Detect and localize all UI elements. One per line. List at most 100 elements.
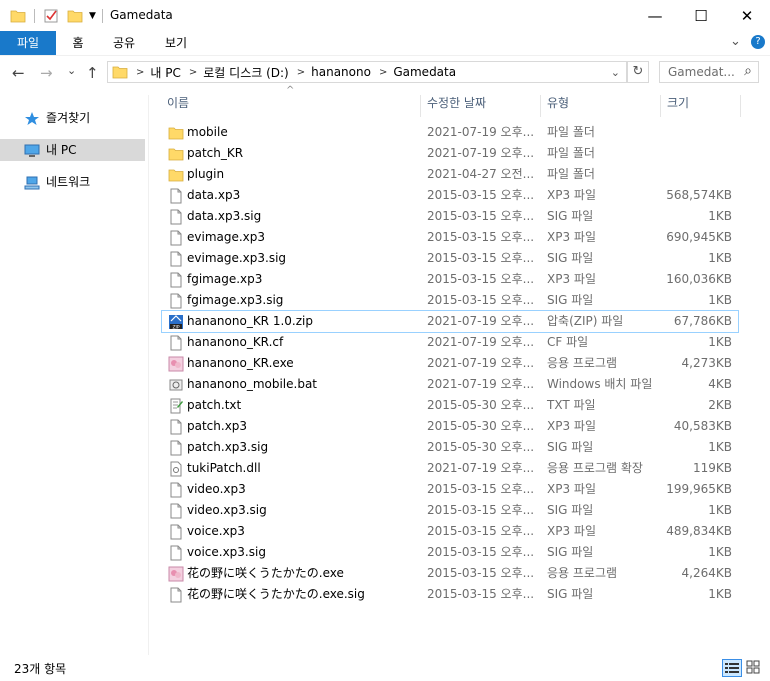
minimize-button[interactable]: — bbox=[632, 0, 678, 31]
help-icon[interactable]: ? bbox=[751, 35, 765, 49]
file-type: XP3 파일 bbox=[547, 188, 596, 202]
column-divider[interactable] bbox=[660, 95, 661, 117]
search-input[interactable]: Gamedat... ⌕ bbox=[659, 61, 759, 83]
file-type: 파일 폴더 bbox=[547, 125, 595, 139]
file-icon bbox=[170, 335, 182, 351]
text-file-icon bbox=[170, 398, 183, 414]
column-header-size[interactable]: 크기 bbox=[667, 95, 689, 117]
recent-locations-button[interactable]: ⌄ bbox=[67, 64, 76, 77]
up-button[interactable]: ↑ bbox=[86, 64, 99, 82]
file-size: 568,574KB bbox=[666, 188, 732, 202]
file-name: voice.xp3 bbox=[187, 524, 245, 538]
file-row[interactable]: tukiPatch.dll 2021-07-19 오후... 응용 프로그램 확장 1… bbox=[162, 458, 738, 479]
file-name: tukiPatch.dll bbox=[187, 461, 261, 475]
file-name: evimage.xp3 bbox=[187, 230, 266, 244]
address-dropdown-icon[interactable]: ⌄ bbox=[611, 66, 620, 79]
file-icon bbox=[170, 188, 182, 204]
column-header-type[interactable]: 유형 bbox=[547, 95, 569, 117]
details-view-button[interactable] bbox=[722, 659, 742, 677]
refresh-button[interactable]: ↻ bbox=[627, 61, 649, 83]
column-header-date[interactable]: 수정한 날짜 bbox=[427, 95, 486, 117]
breadcrumb-separator[interactable]: > bbox=[379, 67, 387, 78]
search-icon[interactable]: ⌕ bbox=[744, 63, 752, 79]
file-row[interactable]: evimage.xp3.sig 2015-03-15 오후... SIG 파일 1KB bbox=[162, 248, 738, 269]
folder-icon[interactable] bbox=[10, 8, 26, 24]
file-date: 2015-03-15 오후... bbox=[427, 503, 535, 517]
nav-item-network[interactable]: 네트워크 bbox=[0, 171, 145, 193]
expand-ribbon-icon[interactable]: ⌄ bbox=[730, 34, 741, 49]
column-divider[interactable] bbox=[420, 95, 421, 117]
breadcrumb-separator[interactable]: > bbox=[297, 67, 305, 78]
back-button[interactable]: ← bbox=[12, 64, 25, 82]
file-row[interactable]: 花の野に咲くうたかたの.exe 2015-03-15 오후... 응용 프로그램 4,… bbox=[162, 563, 738, 584]
file-row[interactable]: plugin 2021-04-27 오전... 파일 폴더 bbox=[162, 164, 738, 185]
file-row[interactable]: 花の野に咲くうたかたの.exe.sig 2015-03-15 오후... SIG 파… bbox=[162, 584, 738, 605]
file-name: patch.xp3.sig bbox=[187, 440, 269, 454]
file-type: TXT 파일 bbox=[547, 398, 596, 412]
file-row[interactable]: video.xp3 2015-03-15 오후... XP3 파일 199,965KB bbox=[162, 479, 738, 500]
file-name: video.xp3 bbox=[187, 482, 246, 496]
nav-item-label: 즐겨찾기 bbox=[46, 111, 91, 125]
tab-file[interactable]: 파일 bbox=[0, 31, 56, 55]
file-row[interactable]: hananono_KR.cf 2021-07-19 오후... CF 파일 1KB bbox=[162, 332, 738, 353]
file-row[interactable]: patch_KR 2021-07-19 오후... 파일 폴더 bbox=[162, 143, 738, 164]
close-button[interactable]: ✕ bbox=[724, 0, 770, 31]
file-row[interactable]: mobile 2021-07-19 오후... 파일 폴더 bbox=[162, 122, 738, 143]
file-date: 2015-05-30 오후... bbox=[427, 419, 535, 433]
breadcrumb-gamedata[interactable]: Gamedata bbox=[393, 65, 456, 79]
large-icons-view-button[interactable] bbox=[744, 659, 764, 677]
breadcrumb-separator[interactable]: > bbox=[189, 67, 197, 78]
nav-item-this-pc[interactable]: 내 PC bbox=[0, 139, 145, 161]
file-icon bbox=[170, 503, 182, 519]
address-bar[interactable]: > 내 PC > 로컬 디스크 (D:) > hananono > Gameda… bbox=[107, 61, 627, 83]
column-divider[interactable] bbox=[540, 95, 541, 117]
breadcrumb-local-disk[interactable]: 로컬 디스크 (D:) bbox=[203, 64, 288, 81]
breadcrumb-this-pc[interactable]: 내 PC bbox=[150, 64, 180, 81]
file-size: 1KB bbox=[708, 440, 732, 454]
forward-button[interactable]: → bbox=[40, 64, 53, 82]
breadcrumb-separator[interactable]: > bbox=[136, 67, 144, 78]
divider bbox=[34, 9, 35, 23]
file-name: hananono_KR.cf bbox=[187, 335, 284, 349]
file-row[interactable]: patch.txt 2015-05-30 오후... TXT 파일 2KB bbox=[162, 395, 738, 416]
details-view-icon bbox=[725, 663, 739, 673]
file-row[interactable]: hananono_mobile.bat 2021-07-19 오후... Windo… bbox=[162, 374, 738, 395]
file-date: 2015-05-30 오후... bbox=[427, 440, 535, 454]
file-row[interactable]: voice.xp3.sig 2015-03-15 오후... SIG 파일 1KB bbox=[162, 542, 738, 563]
breadcrumb-hananono[interactable]: hananono bbox=[311, 65, 371, 79]
file-name: hananono_KR 1.0.zip bbox=[187, 314, 313, 328]
file-row[interactable]: patch.xp3 2015-05-30 오후... XP3 파일 40,583KB bbox=[162, 416, 738, 437]
nav-item-label: 네트워크 bbox=[46, 175, 91, 189]
tab-home[interactable]: 홈 bbox=[58, 31, 98, 55]
file-row[interactable]: patch.xp3.sig 2015-05-30 오후... SIG 파일 1KB bbox=[162, 437, 738, 458]
file-row[interactable]: voice.xp3 2015-03-15 오후... XP3 파일 489,834KB bbox=[162, 521, 738, 542]
file-name: data.xp3.sig bbox=[187, 209, 262, 223]
nav-item-quick-access[interactable]: 즐겨찾기 bbox=[0, 107, 145, 129]
file-row[interactable]: evimage.xp3 2015-03-15 오후... XP3 파일 690,945… bbox=[162, 227, 738, 248]
file-row[interactable]: hananono_KR.exe 2021-07-19 오후... 응용 프로그램 4,… bbox=[162, 353, 738, 374]
new-folder-icon[interactable] bbox=[67, 8, 83, 24]
file-type: SIG 파일 bbox=[547, 440, 594, 454]
tab-share[interactable]: 공유 bbox=[100, 31, 148, 55]
file-row[interactable]: fgimage.xp3 2015-03-15 오후... XP3 파일 160,036… bbox=[162, 269, 738, 290]
tab-view[interactable]: 보기 bbox=[152, 31, 200, 55]
file-icon bbox=[170, 440, 182, 456]
file-row[interactable]: video.xp3.sig 2015-03-15 오후... SIG 파일 1KB bbox=[162, 500, 738, 521]
file-row[interactable]: fgimage.xp3.sig 2015-03-15 오후... SIG 파일 1KB bbox=[162, 290, 738, 311]
folder-icon bbox=[168, 148, 184, 161]
window-title: Gamedata bbox=[110, 8, 173, 22]
file-icon bbox=[170, 230, 182, 246]
file-type: SIG 파일 bbox=[547, 545, 594, 559]
column-divider[interactable] bbox=[740, 95, 741, 117]
file-row[interactable]: ZIP hananono_KR 1.0.zip 2021-07-19 오후... 압축… bbox=[161, 310, 739, 333]
file-name: hananono_KR.exe bbox=[187, 356, 294, 370]
customize-quick-access-icon[interactable]: ▼ bbox=[89, 11, 96, 21]
file-row[interactable]: data.xp3.sig 2015-03-15 오후... SIG 파일 1KB bbox=[162, 206, 738, 227]
properties-icon[interactable] bbox=[43, 8, 59, 24]
file-type: XP3 파일 bbox=[547, 272, 596, 286]
sort-ascending-icon: ^ bbox=[286, 85, 295, 96]
file-size: 4,273KB bbox=[681, 356, 732, 370]
file-row[interactable]: data.xp3 2015-03-15 오후... XP3 파일 568,574KB bbox=[162, 185, 738, 206]
maximize-button[interactable]: ☐ bbox=[678, 0, 724, 31]
column-header-name[interactable]: 이름 bbox=[167, 95, 189, 117]
